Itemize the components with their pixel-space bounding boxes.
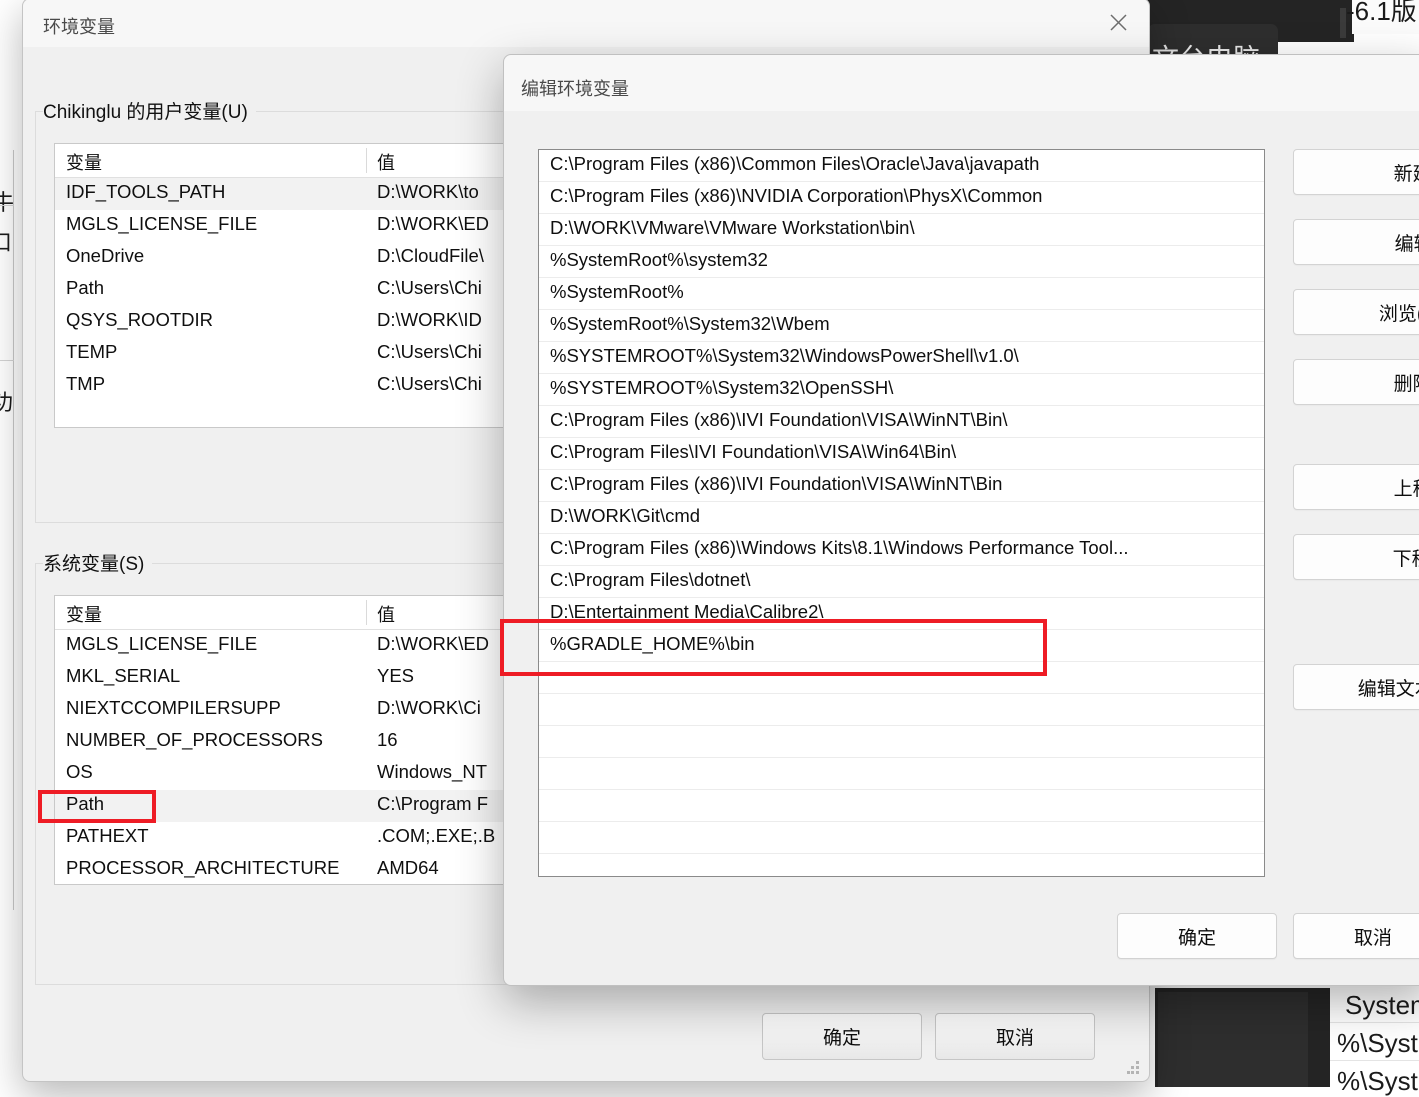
move-up-button[interactable]: 上移(U) [1293, 464, 1419, 510]
path-entry-text: C:\Program Files\dotnet\ [550, 569, 751, 590]
move-down-button[interactable]: 下移(O) [1293, 534, 1419, 580]
list-item[interactable]: D:\WORK\VMware\VMware Workstation\bin\ [539, 214, 1264, 246]
variable-name: MKL_SERIAL [66, 665, 181, 686]
background-top-right-text: -6.1版 [1346, 0, 1417, 26]
background-list-line-2 [1330, 1060, 1419, 1061]
background-dark-window-bottom-inner [1158, 992, 1308, 1087]
list-item[interactable]: %SystemRoot%\system32 [539, 246, 1264, 278]
list-item[interactable] [539, 854, 1264, 876]
list-item[interactable]: C:\Program Files (x86)\IVI Foundation\VI… [539, 470, 1264, 502]
path-entry-text: C:\Program Files (x86)\Windows Kits\8.1\… [550, 537, 1129, 558]
path-entry-text: %SystemRoot% [550, 281, 684, 302]
path-entry-text: %SystemRoot%\System32\Wbem [550, 313, 830, 334]
variable-name: QSYS_ROOTDIR [66, 309, 213, 330]
edit-dialog-cancel-button[interactable]: 取消 [1293, 913, 1419, 959]
list-item[interactable]: C:\Program Files (x86)\Windows Kits\8.1\… [539, 534, 1264, 566]
list-item[interactable]: C:\Program Files (x86)\IVI Foundation\VI… [539, 406, 1264, 438]
variable-name: OneDrive [66, 245, 145, 266]
list-item[interactable] [539, 694, 1264, 726]
background-list-line-1 [1330, 1022, 1419, 1023]
system-variables-group-label: 系统变量(S) [43, 549, 153, 576]
variable-name: IDF_TOOLS_PATH [66, 181, 226, 202]
user-variables-group-label: Chikinglu 的用户变量(U) [43, 97, 256, 124]
variable-name: TMP [66, 373, 106, 394]
list-item[interactable] [539, 726, 1264, 758]
variable-name: NIEXTCCOMPILERSUPP [66, 697, 281, 718]
path-entries-list[interactable]: C:\Program Files (x86)\Common Files\Orac… [538, 149, 1265, 877]
variable-name: MGLS_LICENSE_FILE [66, 213, 258, 234]
resize-grip[interactable] [1127, 1061, 1140, 1074]
close-icon[interactable] [1087, 0, 1149, 45]
path-entry-text: %SYSTEMROOT%\System32\OpenSSH\ [550, 377, 894, 398]
path-entry-text: C:\Program Files (x86)\IVI Foundation\VI… [550, 409, 1008, 430]
list-item[interactable]: %SystemRoot% [539, 278, 1264, 310]
path-entry-text: D:\Entertainment Media\Calibre2\ [550, 601, 824, 622]
variable-name: PROCESSOR_ARCHITECTURE [66, 857, 340, 878]
user-variables-column-name[interactable]: 变量 [66, 149, 102, 175]
background-left-divider [13, 150, 14, 910]
variable-name: TEMP [66, 341, 118, 362]
system-variables-column-divider [366, 600, 367, 625]
path-entry-text: C:\Program Files (x86)\Common Files\Orac… [550, 153, 1040, 174]
variable-name: Path [66, 793, 105, 814]
ok-button[interactable]: 确定 [762, 1013, 922, 1060]
path-entry-text: %SystemRoot%\system32 [550, 249, 768, 270]
browse-button[interactable]: 浏览(B)... [1293, 289, 1419, 335]
background-left-char-1: 牛 [0, 190, 15, 215]
background-left-divider-2 [0, 205, 14, 206]
environment-variables-titlebar: 环境变量 [23, 0, 1149, 47]
list-item[interactable] [539, 758, 1264, 790]
system-variables-column-name[interactable]: 变量 [66, 601, 102, 627]
gradle-home-path-entry[interactable]: %GRADLE_HOME%\bin [539, 630, 1264, 662]
new-button[interactable]: 新建(N) [1293, 149, 1419, 195]
edit-dialog-ok-button[interactable]: 确定 [1117, 913, 1277, 959]
path-entry-text: %GRADLE_HOME%\bin [550, 633, 755, 654]
variable-name: OS [66, 761, 93, 782]
background-right-text-1: System [1345, 990, 1419, 1020]
background-left-char-3: 功 [0, 390, 14, 415]
list-item[interactable]: D:\Entertainment Media\Calibre2\ [539, 598, 1264, 630]
user-variables-column-value[interactable]: 值 [377, 149, 395, 175]
list-item[interactable] [539, 662, 1264, 694]
list-item[interactable]: %SYSTEMROOT%\System32\OpenSSH\ [539, 374, 1264, 406]
variable-name: PATHEXT [66, 825, 149, 846]
background-right-text-2: %\Syst [1337, 1028, 1418, 1058]
variable-name: MGLS_LICENSE_FILE [66, 633, 258, 654]
edit-button[interactable]: 编辑(E) [1293, 219, 1419, 265]
edit-text-button[interactable]: 编辑文本(T) [1293, 664, 1419, 710]
delete-button[interactable]: 删除(D) [1293, 359, 1419, 405]
environment-variables-title: 环境变量 [43, 17, 115, 37]
system-variables-column-value[interactable]: 值 [377, 601, 395, 627]
path-entry-text: D:\WORK\Git\cmd [550, 505, 701, 526]
list-item[interactable]: %SystemRoot%\System32\Wbem [539, 310, 1264, 342]
variable-name: Path [66, 277, 105, 298]
variable-name: NUMBER_OF_PROCESSORS [66, 729, 323, 750]
path-entry-text: C:\Program Files (x86)\IVI Foundation\VI… [550, 473, 1003, 494]
path-entry-text: C:\Program Files\IVI Foundation\VISA\Win… [550, 441, 957, 462]
list-item[interactable]: D:\WORK\Git\cmd [539, 502, 1264, 534]
edit-dialog-titlebar: 编辑环境变量 [504, 55, 1419, 111]
list-item[interactable]: C:\Program Files\dotnet\ [539, 566, 1264, 598]
edit-environment-variable-dialog: 编辑环境变量 C:\Program Files (x86)\Common Fil… [503, 54, 1419, 986]
path-entry-text: C:\Program Files (x86)\NVIDIA Corporatio… [550, 185, 1043, 206]
user-variables-column-divider [366, 148, 367, 173]
list-item[interactable]: C:\Program Files (x86)\NVIDIA Corporatio… [539, 182, 1264, 214]
path-entry-text: %SYSTEMROOT%\System32\WindowsPowerShell\… [550, 345, 1019, 366]
background-window-frame-line [1340, 8, 1346, 38]
background-left-divider-3 [0, 360, 14, 361]
path-entry-text: D:\WORK\VMware\VMware Workstation\bin\ [550, 217, 915, 238]
list-item[interactable]: C:\Program Files\IVI Foundation\VISA\Win… [539, 438, 1264, 470]
edit-dialog-title: 编辑环境变量 [521, 79, 629, 99]
list-item[interactable]: %SYSTEMROOT%\System32\WindowsPowerShell\… [539, 342, 1264, 374]
list-item[interactable]: C:\Program Files (x86)\Common Files\Orac… [539, 150, 1264, 182]
list-item[interactable] [539, 790, 1264, 822]
list-item[interactable] [539, 822, 1264, 854]
cancel-button[interactable]: 取消 [935, 1013, 1095, 1060]
background-right-text-3: %\Syst [1337, 1066, 1418, 1096]
background-left-char-2: 口 [0, 230, 13, 255]
